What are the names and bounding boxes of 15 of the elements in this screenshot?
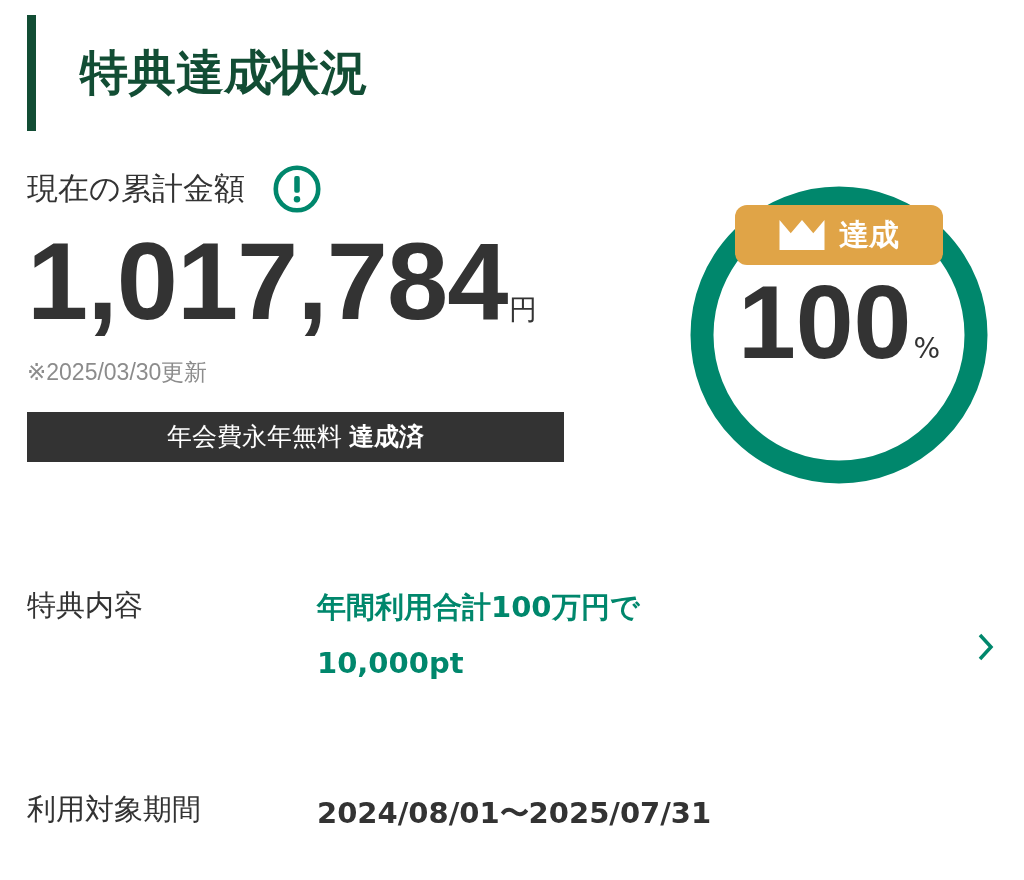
exclamation-icon[interactable] xyxy=(273,165,321,213)
currency-unit: 円 xyxy=(509,292,538,328)
amount-value: 1,017,784 xyxy=(27,221,508,341)
chevron-right-icon[interactable] xyxy=(978,633,994,661)
section-title: 特典達成状況 xyxy=(80,43,368,102)
crown-icon xyxy=(779,220,825,250)
update-date: ※2025/03/30更新 xyxy=(27,358,209,387)
percent-unit: % xyxy=(913,332,941,365)
status-banner: 年会費永年無料 達成済 xyxy=(27,412,564,462)
detail-label: 特典内容 xyxy=(27,587,144,624)
detail-label: 利用対象期間 xyxy=(27,791,202,828)
amount-label: 現在の累計金額 xyxy=(27,169,245,208)
detail-value: 2024/08/01〜2025/07/31 xyxy=(317,795,713,832)
badge-label: 達成 xyxy=(839,215,899,254)
percent-value: 100 xyxy=(737,267,912,377)
